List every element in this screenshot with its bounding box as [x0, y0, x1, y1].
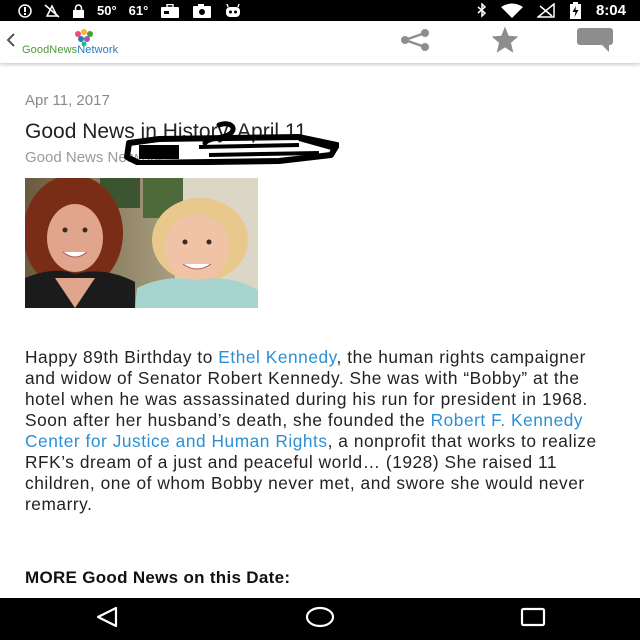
ink-scribble-drawing — [124, 121, 339, 165]
photo-icon — [192, 3, 212, 18]
recents-square-icon — [520, 606, 546, 633]
share-button[interactable] — [370, 21, 460, 63]
nav-recents-button[interactable] — [503, 598, 563, 640]
ethel-kennedy-link[interactable]: Ethel Kennedy — [218, 347, 336, 367]
back-button[interactable] — [0, 21, 22, 63]
logo-text-good: GoodNews — [22, 44, 78, 56]
nav-back-button[interactable] — [77, 598, 137, 640]
briefcase-icon — [160, 3, 180, 18]
clock: 8:04 — [595, 2, 626, 19]
robot-icon — [224, 3, 242, 18]
article-date: Apr 11, 2017 — [25, 92, 110, 109]
wifi-icon — [500, 3, 523, 18]
temperature-2: 61° — [128, 3, 149, 18]
star-icon — [490, 26, 520, 59]
share-icon — [399, 28, 431, 56]
nav-home-button[interactable] — [290, 598, 350, 640]
home-circle-icon — [305, 606, 335, 633]
article-photo[interactable] — [25, 178, 258, 308]
bluetooth-icon — [477, 3, 487, 18]
body-text-1: Happy 89th Birthday to — [25, 347, 219, 367]
app-bar: GoodNewsNetwork — [0, 21, 640, 63]
android-debug-icon — [18, 3, 32, 18]
status-bar: 50° 61° 8:04 — [0, 0, 640, 21]
app-logo[interactable]: GoodNewsNetwork — [22, 21, 118, 63]
comment-icon — [576, 27, 614, 58]
comment-button[interactable] — [550, 21, 640, 63]
portrait-photo-image — [25, 178, 258, 308]
no-location-icon — [44, 3, 60, 18]
temperature-1: 50° — [97, 3, 117, 18]
favorite-button[interactable] — [460, 21, 550, 63]
no-signal-icon — [536, 3, 555, 18]
lock-icon — [72, 3, 85, 18]
logo-flower-icon — [75, 29, 93, 47]
back-triangle-icon — [95, 606, 119, 633]
navigation-bar — [0, 598, 640, 640]
more-good-news-heading: MORE Good News on this Date: — [25, 568, 291, 587]
battery-charging-icon — [569, 2, 582, 19]
article-body: Happy 89th Birthday to Ethel Kennedy, th… — [25, 347, 615, 515]
back-chevron-icon — [6, 32, 16, 52]
